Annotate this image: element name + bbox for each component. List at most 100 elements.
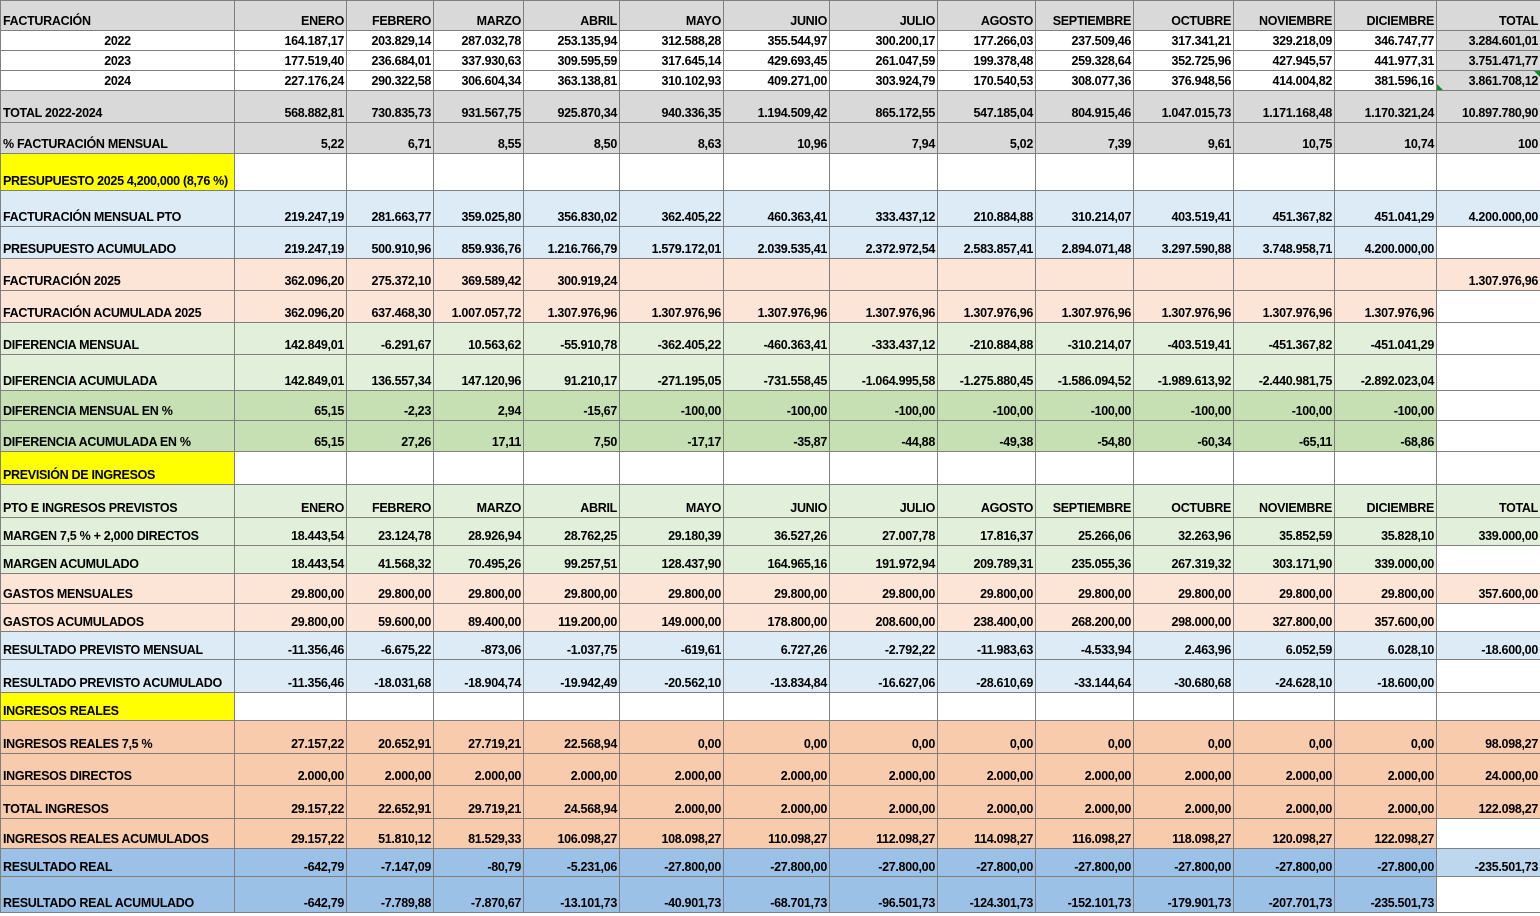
row-label-cell[interactable]: MARGEN ACUMULADO: [0, 545, 235, 574]
value-cell[interactable]: 1.307.976,96: [523, 290, 620, 323]
value-cell[interactable]: 460.363,41: [723, 190, 830, 227]
row-label-cell[interactable]: FACTURACIÓN MENSUAL PTO: [0, 190, 235, 227]
value-cell[interactable]: 227.176,24: [234, 70, 347, 91]
value-cell[interactable]: -27.800,00: [619, 848, 724, 877]
value-cell[interactable]: -18.600,00: [1334, 659, 1437, 693]
header-month-cell[interactable]: MAYO: [619, 0, 724, 31]
value-cell[interactable]: 2.000,00: [829, 753, 938, 786]
value-cell[interactable]: -6.675,22: [346, 631, 434, 660]
value-cell[interactable]: -28.610,69: [937, 659, 1036, 693]
value-cell[interactable]: 29.800,00: [433, 573, 524, 604]
empty-cell[interactable]: [523, 692, 620, 721]
value-cell[interactable]: 2.039.535,41: [723, 226, 830, 259]
total-cell[interactable]: 24.000,00: [1436, 753, 1540, 786]
value-cell[interactable]: 2.894.071,48: [1035, 226, 1134, 259]
value-cell[interactable]: [619, 258, 724, 291]
value-cell[interactable]: 1.307.976,96: [1133, 290, 1234, 323]
value-cell[interactable]: 4.200.000,00: [1334, 226, 1437, 259]
value-cell[interactable]: 29.180,39: [619, 517, 724, 546]
value-cell[interactable]: 29.157,22: [234, 818, 347, 849]
empty-cell[interactable]: [829, 692, 938, 721]
value-cell[interactable]: MARZO: [433, 484, 524, 518]
value-cell[interactable]: 303.924,79: [829, 70, 938, 91]
value-cell[interactable]: 29.800,00: [346, 573, 434, 604]
value-cell[interactable]: 10,75: [1233, 122, 1335, 154]
value-cell[interactable]: 29.719,21: [433, 785, 524, 819]
value-cell[interactable]: 362.405,22: [619, 190, 724, 227]
value-cell[interactable]: -44,88: [829, 420, 938, 452]
value-cell[interactable]: -1.275.880,45: [937, 354, 1036, 391]
total-cell[interactable]: [1436, 659, 1540, 693]
value-cell[interactable]: -2,23: [346, 390, 434, 421]
empty-cell[interactable]: [523, 451, 620, 485]
value-cell[interactable]: 1.579.172,01: [619, 226, 724, 259]
value-cell[interactable]: 35.828,10: [1334, 517, 1437, 546]
empty-cell[interactable]: [1035, 692, 1134, 721]
value-cell[interactable]: -152.101,73: [1035, 876, 1134, 913]
year-label-cell[interactable]: 2024: [0, 70, 235, 91]
value-cell[interactable]: 29.800,00: [1233, 573, 1335, 604]
value-cell[interactable]: 10,74: [1334, 122, 1437, 154]
empty-cell[interactable]: [937, 692, 1036, 721]
value-cell[interactable]: 2.583.857,41: [937, 226, 1036, 259]
value-cell[interactable]: -642,79: [234, 876, 347, 913]
section-title-cell[interactable]: PREVISIÓN DE INGRESOS: [0, 451, 235, 485]
value-cell[interactable]: -7.789,88: [346, 876, 434, 913]
row-label-cell[interactable]: PRESUPUESTO ACUMULADO: [0, 226, 235, 259]
value-cell[interactable]: 122.098,27: [1334, 818, 1437, 849]
value-cell[interactable]: 29.800,00: [523, 573, 620, 604]
value-cell[interactable]: 0,00: [723, 720, 830, 754]
value-cell[interactable]: [1133, 258, 1234, 291]
value-cell[interactable]: -7.870,67: [433, 876, 524, 913]
value-cell[interactable]: 203.829,14: [346, 30, 434, 51]
value-cell[interactable]: -124.301,73: [937, 876, 1036, 913]
value-cell[interactable]: 7,94: [829, 122, 938, 154]
row-label-cell[interactable]: INGRESOS DIRECTOS: [0, 753, 235, 786]
value-cell[interactable]: [1334, 258, 1437, 291]
empty-cell[interactable]: [1233, 451, 1335, 485]
value-cell[interactable]: 287.032,78: [433, 30, 524, 51]
value-cell[interactable]: -11.356,46: [234, 659, 347, 693]
empty-cell[interactable]: [1436, 153, 1540, 191]
value-cell[interactable]: 116.098,27: [1035, 818, 1134, 849]
value-cell[interactable]: -100,00: [937, 390, 1036, 421]
value-cell[interactable]: 2.000,00: [433, 753, 524, 786]
value-cell[interactable]: 312.588,28: [619, 30, 724, 51]
value-cell[interactable]: -333.437,12: [829, 322, 938, 355]
value-cell[interactable]: -310.214,07: [1035, 322, 1134, 355]
value-cell[interactable]: -2.792,22: [829, 631, 938, 660]
value-cell[interactable]: 339.000,00: [1334, 545, 1437, 574]
value-cell[interactable]: 35.852,59: [1233, 517, 1335, 546]
value-cell[interactable]: -362.405,22: [619, 322, 724, 355]
value-cell[interactable]: JULIO: [829, 484, 938, 518]
value-cell[interactable]: 303.171,90: [1233, 545, 1335, 574]
value-cell[interactable]: 29.800,00: [723, 573, 830, 604]
value-cell[interactable]: 164.187,17: [234, 30, 347, 51]
row-label-cell[interactable]: DIFERENCIA MENSUAL: [0, 322, 235, 355]
value-cell[interactable]: 28.762,25: [523, 517, 620, 546]
value-cell[interactable]: 149.000,00: [619, 603, 724, 632]
empty-cell[interactable]: [1436, 692, 1540, 721]
empty-cell[interactable]: [829, 153, 938, 191]
value-cell[interactable]: -30.680,68: [1133, 659, 1234, 693]
empty-cell[interactable]: [1233, 153, 1335, 191]
empty-cell[interactable]: [619, 153, 724, 191]
value-cell[interactable]: 865.172,55: [829, 90, 938, 123]
value-cell[interactable]: 290.322,58: [346, 70, 434, 91]
value-cell[interactable]: 29.800,00: [1035, 573, 1134, 604]
empty-cell[interactable]: [1035, 451, 1134, 485]
value-cell[interactable]: -65,11: [1233, 420, 1335, 452]
value-cell[interactable]: 317.645,14: [619, 50, 724, 71]
value-cell[interactable]: 108.098,27: [619, 818, 724, 849]
value-cell[interactable]: -55.910,78: [523, 322, 620, 355]
value-cell[interactable]: 36.527,26: [723, 517, 830, 546]
empty-cell[interactable]: [937, 451, 1036, 485]
value-cell[interactable]: -100,00: [1035, 390, 1134, 421]
value-cell[interactable]: 451.367,82: [1233, 190, 1335, 227]
value-cell[interactable]: 359.025,80: [433, 190, 524, 227]
value-cell[interactable]: 0,00: [937, 720, 1036, 754]
value-cell[interactable]: 2.000,00: [937, 753, 1036, 786]
header-month-cell[interactable]: JUNIO: [723, 0, 830, 31]
value-cell[interactable]: -100,00: [1133, 390, 1234, 421]
empty-cell[interactable]: [723, 153, 830, 191]
